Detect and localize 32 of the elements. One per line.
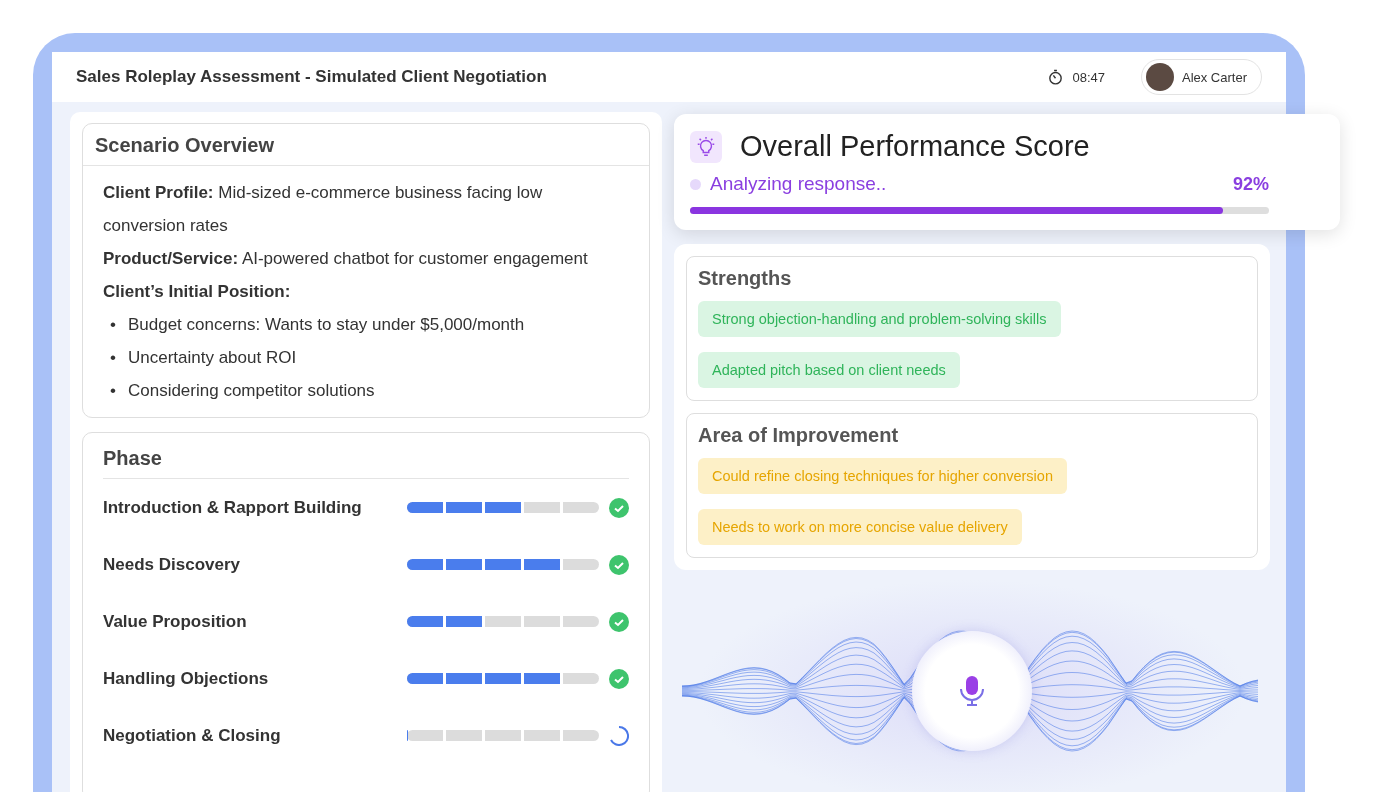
timer-icon	[1047, 68, 1065, 86]
feedback-tag: Adapted pitch based on client needs	[698, 352, 960, 388]
score-title: Overall Performance Score	[740, 130, 1090, 163]
score-value: 92%	[1232, 174, 1269, 195]
status-text: Analyzing response..	[710, 173, 888, 195]
microphone-icon	[959, 675, 985, 707]
bullet-marker: •	[110, 347, 116, 369]
phase-name: Value Proposition	[103, 611, 248, 632]
feedback-tag: Strong objection-handling and problem-solving skills	[698, 301, 1061, 337]
bullet-marker: •	[110, 380, 116, 402]
page-title: Sales Roleplay Assessment - Simulated Client Negotiation	[76, 67, 548, 87]
scenario-field: Client Profile: Mid-sized e-commerce business facing low conversion rates	[103, 176, 629, 242]
phase-name: Negotiation & Closing	[103, 725, 282, 746]
card-title: Scenario Overview	[83, 124, 649, 166]
phase-name: Needs Discovery	[103, 554, 242, 575]
card-title: Phase	[103, 433, 629, 479]
feedback-tag: Needs to work on more concise value delivery	[698, 509, 1022, 545]
phase-name: Handling Objections	[103, 668, 270, 689]
scenario-field: Product/Service: AI-powered chatbot for customer engagement	[103, 242, 629, 275]
avatar	[1145, 63, 1174, 91]
bullet-item: Uncertainty about ROI	[127, 347, 297, 369]
bullet-item: Considering competitor solutions	[127, 380, 375, 402]
bullet-item: Budget concerns: Wants to stay under $5,000/month	[127, 314, 525, 336]
card-title: Area of Improvement	[698, 424, 899, 447]
feedback-tag: Could refine closing techniques for higher conversion	[698, 458, 1067, 494]
phase-name: Introduction & Rapport Building	[103, 497, 363, 518]
lightbulb-icon	[690, 130, 722, 163]
timer-text: 08:47	[1072, 69, 1105, 85]
bullet-marker: •	[110, 314, 116, 336]
card-title: Strengths	[698, 267, 792, 290]
status-dot	[690, 179, 701, 190]
scenario-field: Client’s Initial Position:	[103, 275, 629, 308]
